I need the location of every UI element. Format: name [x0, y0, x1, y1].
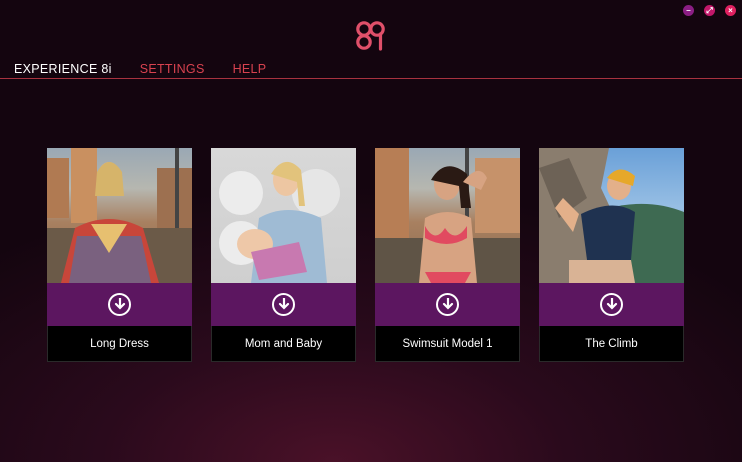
card-title[interactable]: The Climb [539, 326, 684, 362]
card-title[interactable]: Long Dress [47, 326, 192, 362]
experience-thumbnail[interactable] [375, 148, 520, 283]
minimize-icon: – [686, 5, 691, 15]
experience-thumbnail[interactable] [539, 148, 684, 283]
thumbnail-image [47, 148, 192, 283]
download-button[interactable] [539, 283, 684, 326]
download-button[interactable] [375, 283, 520, 326]
minimize-button[interactable]: – [683, 5, 694, 16]
close-icon: × [728, 5, 733, 15]
thumbnail-image [219, 161, 340, 283]
experience-card: Long Dress [47, 148, 192, 362]
experience-thumbnail[interactable] [211, 148, 356, 283]
download-icon [108, 293, 131, 316]
download-icon [600, 293, 623, 316]
maximize-icon: ⤢ [706, 5, 713, 15]
tab-help[interactable]: HELP [233, 62, 267, 76]
card-title[interactable]: Mom and Baby [211, 326, 356, 362]
nav-divider [0, 78, 742, 79]
tab-experience[interactable]: EXPERIENCE 8i [14, 62, 112, 76]
experience-thumbnail[interactable] [47, 148, 192, 283]
app-logo-icon [356, 21, 385, 51]
experience-grid: Long Dress Mom and Baby Swimsuit Model 1… [47, 148, 684, 362]
card-title[interactable]: Swimsuit Model 1 [375, 326, 520, 362]
download-button[interactable] [47, 283, 192, 326]
download-icon [272, 293, 295, 316]
thumbnail-image [539, 148, 684, 283]
maximize-button[interactable]: ⤢ [704, 5, 715, 16]
experience-card: Mom and Baby [211, 148, 356, 362]
experience-card: The Climb [539, 148, 684, 362]
main-nav: EXPERIENCE 8i SETTINGS HELP [14, 62, 294, 76]
close-button[interactable]: × [725, 5, 736, 16]
download-button[interactable] [211, 283, 356, 326]
tab-settings[interactable]: SETTINGS [140, 62, 205, 76]
experience-card: Swimsuit Model 1 [375, 148, 520, 362]
window-controls: – ⤢ × [683, 5, 736, 16]
download-icon [436, 293, 459, 316]
thumbnail-image [375, 148, 520, 283]
